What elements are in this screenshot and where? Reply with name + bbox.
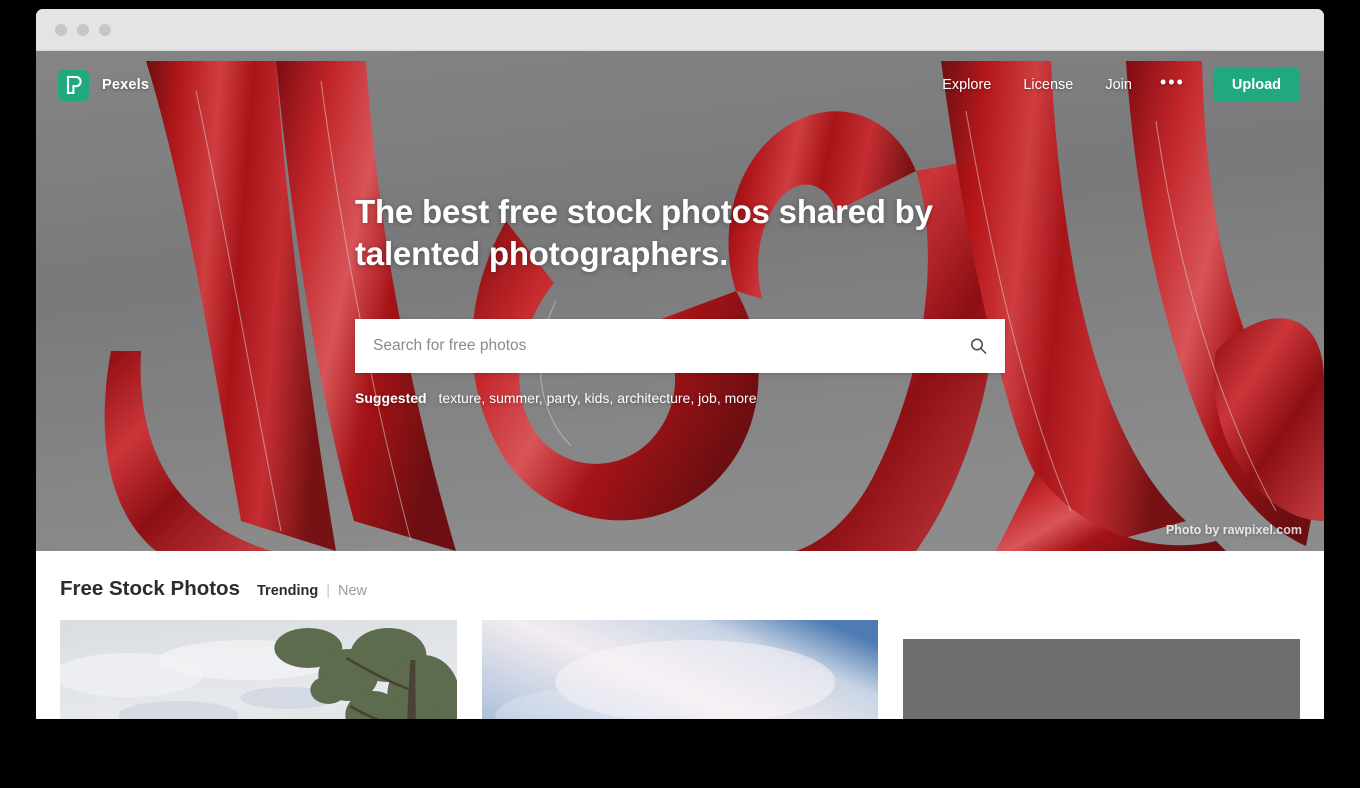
pexels-logo-icon: [58, 69, 89, 101]
suggested-searches: Suggested texture, summer, party, kids, …: [355, 390, 1005, 406]
nav-link-license[interactable]: License: [1007, 71, 1089, 99]
section-header: Free Stock Photos Trending | New: [60, 577, 1300, 601]
suggested-tag-party[interactable]: party,: [547, 390, 581, 406]
screen: Pexels Explore License Join ••• Upload T…: [0, 0, 1360, 788]
hero-section: Pexels Explore License Join ••• Upload T…: [36, 51, 1324, 551]
photo-gallery: [60, 620, 1301, 719]
nav-link-explore[interactable]: Explore: [926, 71, 1007, 99]
page-title: Free Stock Photos: [60, 577, 240, 600]
gallery-item[interactable]: [60, 620, 457, 719]
photo-thumbnail-placeholder: [903, 639, 1301, 719]
hero-title: The best free stock photos shared by tal…: [355, 193, 933, 272]
nav-link-join[interactable]: Join: [1089, 71, 1148, 99]
brand-name: Pexels: [102, 77, 150, 93]
tab-separator: |: [326, 583, 331, 599]
photo-thumbnail-container-ship: [481, 620, 879, 719]
more-menu-icon[interactable]: •••: [1148, 73, 1201, 93]
tab-new[interactable]: New: [338, 583, 367, 599]
browser-titlebar: [36, 9, 1324, 51]
minimize-button[interactable]: [77, 23, 89, 36]
suggested-label: Suggested: [355, 389, 427, 406]
search-icon[interactable]: [966, 333, 991, 358]
brand-logo-link[interactable]: Pexels: [58, 69, 150, 101]
zoom-button[interactable]: [99, 23, 111, 36]
suggested-tag-more[interactable]: more: [725, 390, 757, 406]
search-input[interactable]: [355, 318, 1005, 373]
close-button[interactable]: [55, 23, 67, 36]
search-bar: [355, 318, 1005, 373]
suggested-tag-job[interactable]: job,: [698, 390, 721, 406]
photo-thumbnail-sky-tree: [60, 620, 457, 719]
suggested-tag-texture[interactable]: texture,: [438, 390, 485, 406]
site-navbar: Pexels Explore License Join ••• Upload: [36, 51, 1324, 119]
gallery-item[interactable]: [903, 620, 1301, 719]
browser-window: Pexels Explore License Join ••• Upload T…: [36, 9, 1324, 719]
suggested-tag-kids[interactable]: kids,: [585, 390, 614, 406]
suggested-tag-architecture[interactable]: architecture,: [617, 390, 694, 406]
suggested-tag-summer[interactable]: summer,: [489, 390, 543, 406]
photo-credit[interactable]: Photo by rawpixel.com: [1166, 523, 1302, 537]
hero-content: The best free stock photos shared by tal…: [355, 191, 1005, 406]
upload-button[interactable]: Upload: [1212, 68, 1300, 102]
section-tabs: Trending | New: [257, 583, 367, 599]
navbar-links: Explore License Join ••• Upload: [926, 68, 1300, 102]
tab-trending[interactable]: Trending: [257, 583, 318, 599]
free-stock-photos-section: Free Stock Photos Trending | New: [36, 551, 1324, 719]
page-viewport: Pexels Explore License Join ••• Upload T…: [36, 51, 1324, 719]
gallery-item[interactable]: [481, 620, 879, 719]
window-controls: [55, 23, 111, 36]
